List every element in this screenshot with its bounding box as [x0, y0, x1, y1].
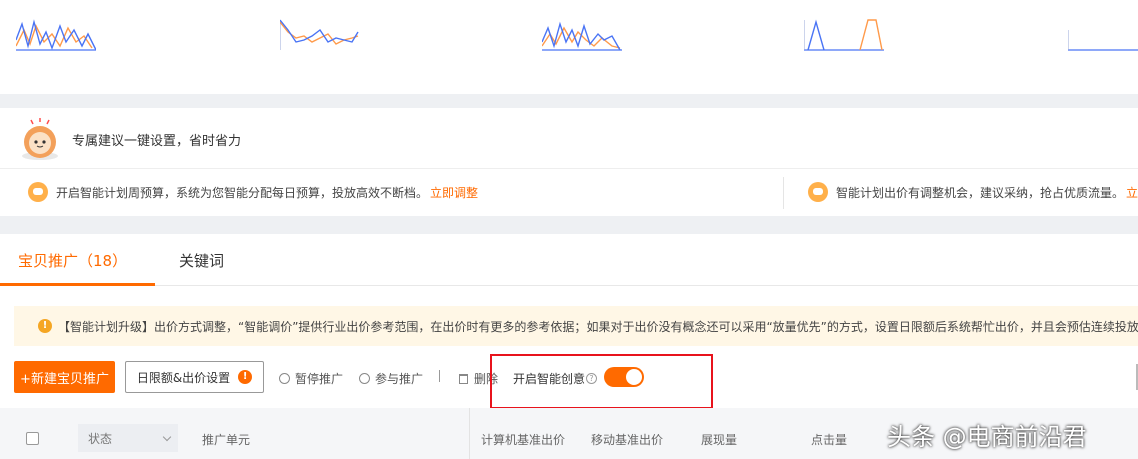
section-divider [0, 216, 1138, 234]
warning-icon: ! [38, 319, 52, 333]
sparkline-5 [1068, 30, 1138, 51]
tab-bar: 宝贝推广（18） 关键词 [0, 234, 1138, 286]
budget-button-label: 日限额&出价设置 [136, 370, 231, 385]
sparkline-strip [0, 0, 1138, 94]
message-icon [808, 182, 828, 202]
column-header-unit: 推广单元 [202, 433, 251, 447]
suggestion-card-bid: 智能计划出价有调整机会，建议采纳，抢占优质流量。 立 [808, 181, 1138, 203]
column-header-impressions[interactable]: 展现量 [701, 431, 737, 448]
select-all-checkbox[interactable] [26, 432, 39, 445]
play-icon [359, 373, 370, 384]
pause-icon [279, 373, 290, 384]
pause-promotion-button[interactable]: 暂停推广 [279, 370, 343, 387]
budget-bid-settings-button[interactable]: 日限额&出价设置 ! [125, 361, 264, 393]
trash-icon [459, 373, 468, 384]
watermark: 头条 @电商前沿君 [887, 423, 1087, 451]
sparkline-2 [280, 19, 359, 50]
suggestion-card-budget: 开启智能计划周预算，系统为您智能分配每日预算，投放高效不断档。 立即调整 [28, 181, 478, 203]
pause-label: 暂停推广 [295, 372, 344, 386]
suggestion-title: 专属建议一键设置，省时省力 [72, 134, 242, 149]
tab-keywords[interactable]: 关键词 [179, 250, 224, 271]
column-header-mobile-bid[interactable]: 移动基准出价 [591, 431, 663, 448]
message-icon [28, 182, 48, 202]
tab-item-promotion[interactable]: 宝贝推广（18） [18, 250, 127, 271]
highlight-annotation-box [490, 354, 713, 409]
column-header-clicks[interactable]: 点击量 [811, 431, 847, 448]
sparkline-1 [16, 19, 96, 51]
status-filter-select[interactable]: 状态 [78, 424, 178, 452]
join-promotion-button[interactable]: 参与推广 [359, 370, 423, 387]
status-placeholder: 状态 [88, 432, 113, 446]
suggestion-cards: 开启智能计划周预算，系统为您智能分配每日预算，投放高效不断档。 立即调整 智能计… [0, 168, 1138, 216]
sparkline-4 [804, 19, 884, 51]
suggestion-text: 开启智能计划周预算，系统为您智能分配每日预算，投放高效不断档。 [56, 185, 429, 200]
join-label: 参与推广 [375, 372, 424, 386]
notice-text: 【智能计划升级】出价方式调整，“智能调价”提供行业出价参考范围，在出价时有更多的… [58, 319, 1138, 334]
adjust-now-link[interactable]: 立即调整 [430, 184, 478, 201]
sparkline-3 [542, 21, 622, 51]
column-divider [469, 408, 470, 459]
adjust-bid-link[interactable]: 立 [1126, 184, 1138, 201]
card-divider [783, 177, 784, 209]
suggestion-header: 专属建议一键设置，省时省力 [0, 108, 1138, 168]
active-tab-indicator [0, 283, 155, 286]
mascot-icon [22, 118, 58, 160]
section-divider [0, 94, 1138, 108]
new-item-promotion-button[interactable]: +新建宝贝推广 [14, 361, 115, 393]
upgrade-notice: ! 【智能计划升级】出价方式调整，“智能调价”提供行业出价参考范围，在出价时有更… [14, 306, 1138, 346]
alert-badge-icon: ! [238, 370, 253, 384]
suggestion-text: 智能计划出价有调整机会，建议采纳，抢占优质流量。 [836, 185, 1125, 200]
toolbar-divider [439, 370, 440, 382]
chevron-down-icon [162, 432, 172, 442]
column-header-pc-bid[interactable]: 计算机基准出价 [481, 431, 565, 448]
